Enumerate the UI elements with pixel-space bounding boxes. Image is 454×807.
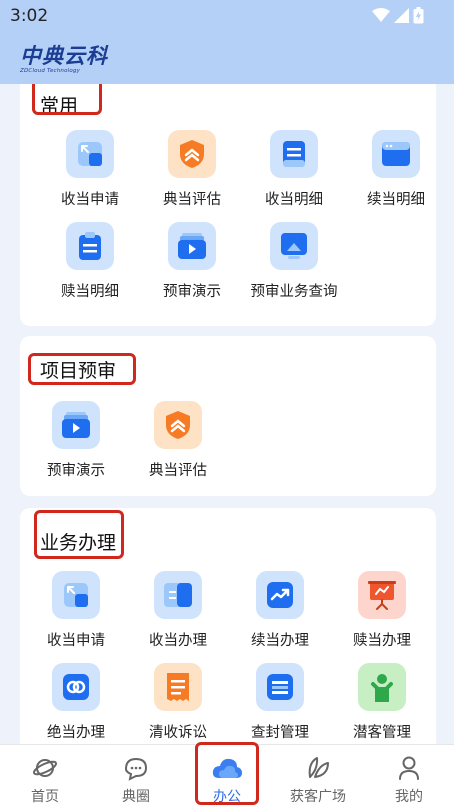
- panel-icon: [154, 571, 202, 619]
- item-pawn-application[interactable]: 收当申请: [38, 130, 142, 209]
- shield-chevron-icon: [168, 130, 216, 178]
- item-preview-query[interactable]: 预审业务查询: [242, 222, 346, 301]
- item-label: 查封管理: [251, 725, 309, 741]
- shield-chevron-icon: [154, 401, 202, 449]
- planet-icon: [0, 753, 90, 783]
- folder-icon: [256, 663, 304, 711]
- item-label: 潜客管理: [353, 725, 411, 741]
- item-prospect-management[interactable]: 潜客管理: [330, 663, 434, 742]
- item-redemption-details[interactable]: 赎当明细: [38, 222, 142, 301]
- item-renewal-processing[interactable]: 续当办理: [228, 571, 332, 650]
- tab-label: 我的: [395, 789, 423, 805]
- item-label: 预审业务查询: [250, 284, 338, 300]
- status-time: 3:02: [10, 6, 49, 26]
- item-label: 收当明细: [265, 192, 323, 208]
- section-business: 业务办理 收当申请 收当办理 续当办理 赎当办理 绝当办理 清收诉讼 查封管理 …: [20, 508, 436, 744]
- main-content[interactable]: 常用 收当申请 典当评估 收当明细 续当明细 赎当明细 预审演示 预审业务查询 …: [0, 84, 454, 744]
- window-icon: [372, 130, 420, 178]
- item-seizure-management[interactable]: 查封管理: [228, 663, 332, 742]
- arrow-square-icon: [52, 571, 100, 619]
- tab-label: 首页: [31, 789, 59, 805]
- item-label: 续当明细: [367, 192, 425, 208]
- user-icon: [364, 753, 454, 783]
- item-label: 收当申请: [61, 192, 119, 208]
- chat-bubbles-icon: [91, 753, 181, 783]
- tab-label: 典圈: [122, 789, 150, 805]
- link-icon: [52, 663, 100, 711]
- item-label: 续当办理: [251, 633, 309, 649]
- item-label: 收当办理: [149, 633, 207, 649]
- tab-mine[interactable]: 我的: [364, 745, 454, 807]
- highlight-box: [28, 353, 136, 385]
- item-label: 典当评估: [163, 192, 221, 208]
- tab-office[interactable]: 办公: [182, 742, 272, 807]
- clipboard-icon: [66, 222, 114, 270]
- item-label: 绝当办理: [47, 725, 105, 741]
- battery-icon: [413, 7, 424, 24]
- item-preview-demo[interactable]: 预审演示: [140, 222, 244, 301]
- wifi-icon: [372, 8, 390, 22]
- highlight-box: [32, 84, 102, 115]
- item-label: 赎当明细: [61, 284, 119, 300]
- signal-icon: [394, 8, 409, 23]
- item-label: 预审演示: [47, 463, 105, 479]
- item-preview-demo[interactable]: 预审演示: [24, 401, 128, 480]
- item-label: 收当申请: [47, 633, 105, 649]
- person-icon: [358, 663, 406, 711]
- highlight-box: [195, 742, 259, 805]
- item-label: 典当评估: [149, 463, 207, 479]
- leaf-icon: [273, 753, 363, 783]
- bottom-tab-bar: 首页 典圈 办公 获客广场 我的: [0, 742, 454, 807]
- monitor-icon: [270, 222, 318, 270]
- item-pawn-application[interactable]: 收当申请: [24, 571, 128, 650]
- item-label: 清收诉讼: [149, 725, 207, 741]
- item-redemption-processing[interactable]: 赎当办理: [330, 571, 434, 650]
- play-folder-icon: [52, 401, 100, 449]
- app-header: 中典云科 ZDCloud Technology: [0, 32, 454, 84]
- item-pawn-processing[interactable]: 收当办理: [126, 571, 230, 650]
- item-pawn-evaluation[interactable]: 典当评估: [126, 401, 230, 480]
- section-project-preview: 项目预审 预审演示 典当评估: [20, 336, 436, 496]
- status-bar: 3:02: [0, 0, 454, 32]
- item-forfeit-processing[interactable]: 绝当办理: [24, 663, 128, 742]
- tab-customer-plaza[interactable]: 获客广场: [273, 745, 363, 807]
- company-logo: 中典云科 ZDCloud Technology: [20, 40, 108, 74]
- tab-label: 获客广场: [290, 789, 346, 805]
- logo-text: 中典云科: [20, 44, 108, 68]
- receipt-icon: [154, 663, 202, 711]
- section-common: 常用 收当申请 典当评估 收当明细 续当明细 赎当明细 预审演示 预审业务查询: [20, 84, 436, 326]
- item-pawn-evaluation[interactable]: 典当评估: [140, 130, 244, 209]
- item-renewal-details[interactable]: 续当明细: [344, 130, 448, 209]
- arrow-square-icon: [66, 130, 114, 178]
- item-collection-litigation[interactable]: 清收诉讼: [126, 663, 230, 742]
- play-folder-icon: [168, 222, 216, 270]
- item-label: 赎当办理: [353, 633, 411, 649]
- highlight-box: [34, 510, 124, 559]
- document-icon: [270, 130, 318, 178]
- status-icons: [372, 7, 424, 24]
- tab-home[interactable]: 首页: [0, 745, 90, 807]
- tab-circle[interactable]: 典圈: [91, 745, 181, 807]
- item-pawn-details[interactable]: 收当明细: [242, 130, 346, 209]
- easel-icon: [358, 571, 406, 619]
- item-label: 预审演示: [163, 284, 221, 300]
- trend-icon: [256, 571, 304, 619]
